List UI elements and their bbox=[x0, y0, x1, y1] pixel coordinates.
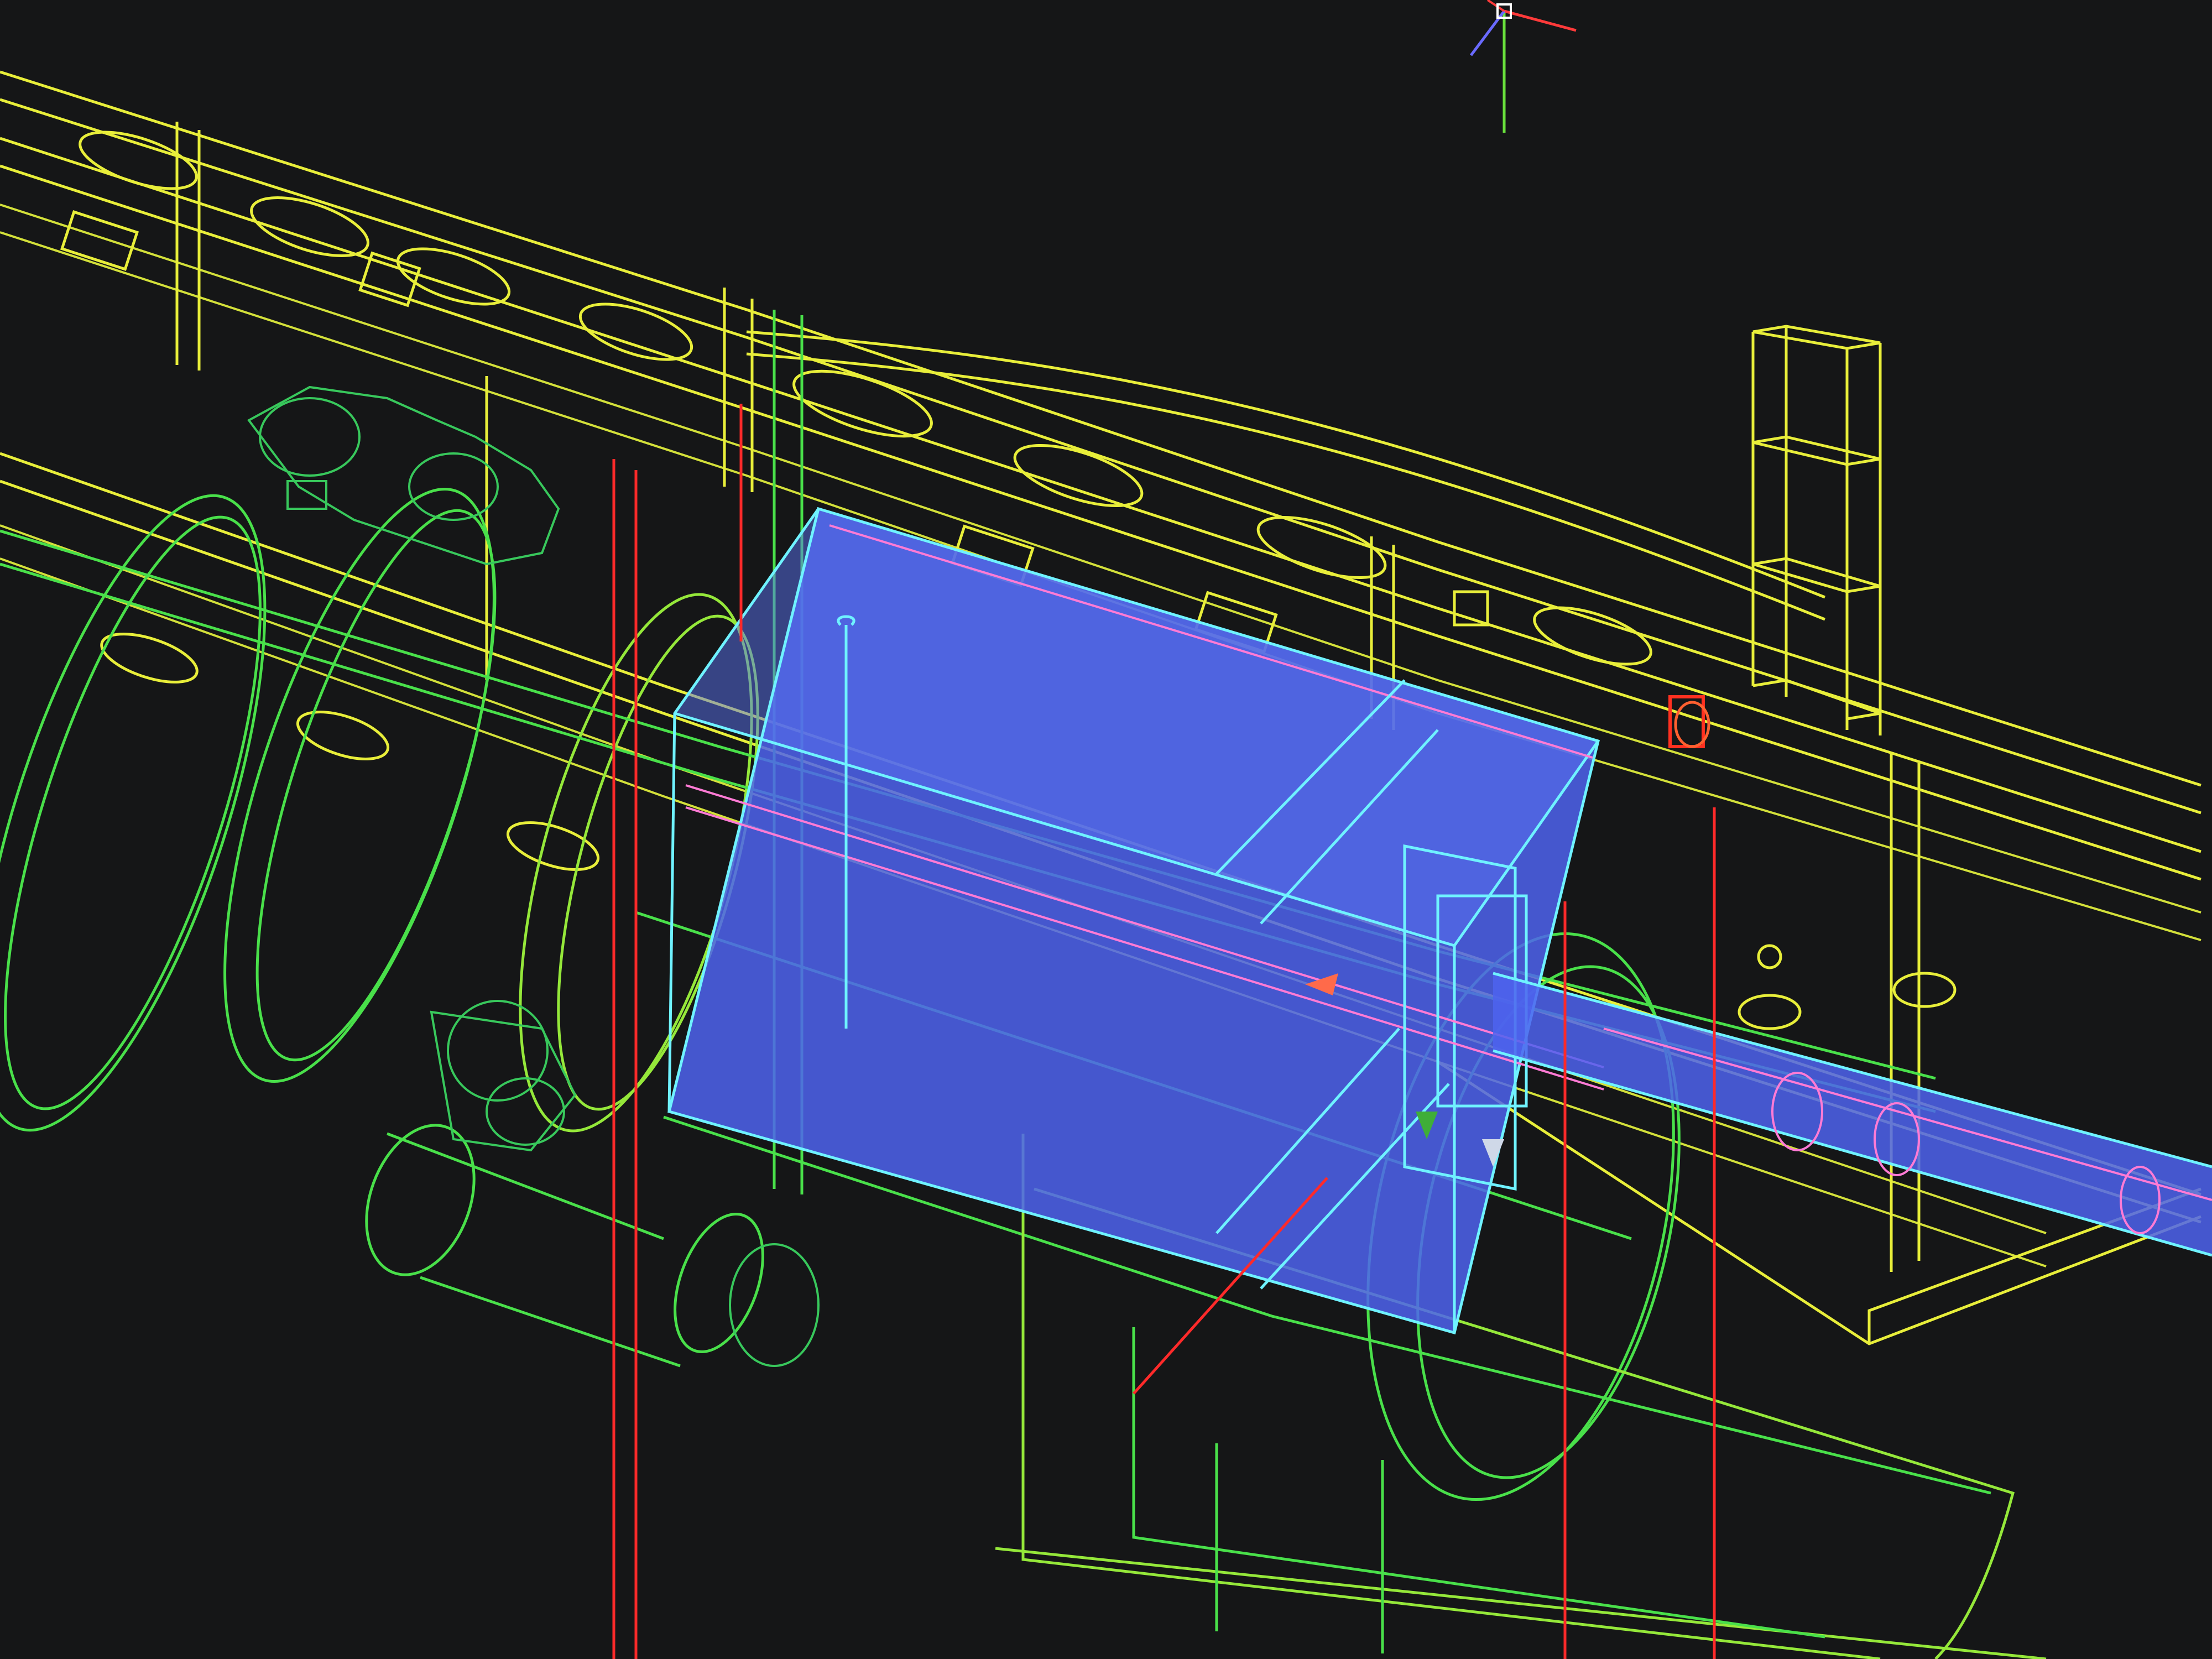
cad-model-viewport[interactable] bbox=[0, 0, 2212, 1659]
wireframe-drawing[interactable] bbox=[0, 0, 2212, 1659]
